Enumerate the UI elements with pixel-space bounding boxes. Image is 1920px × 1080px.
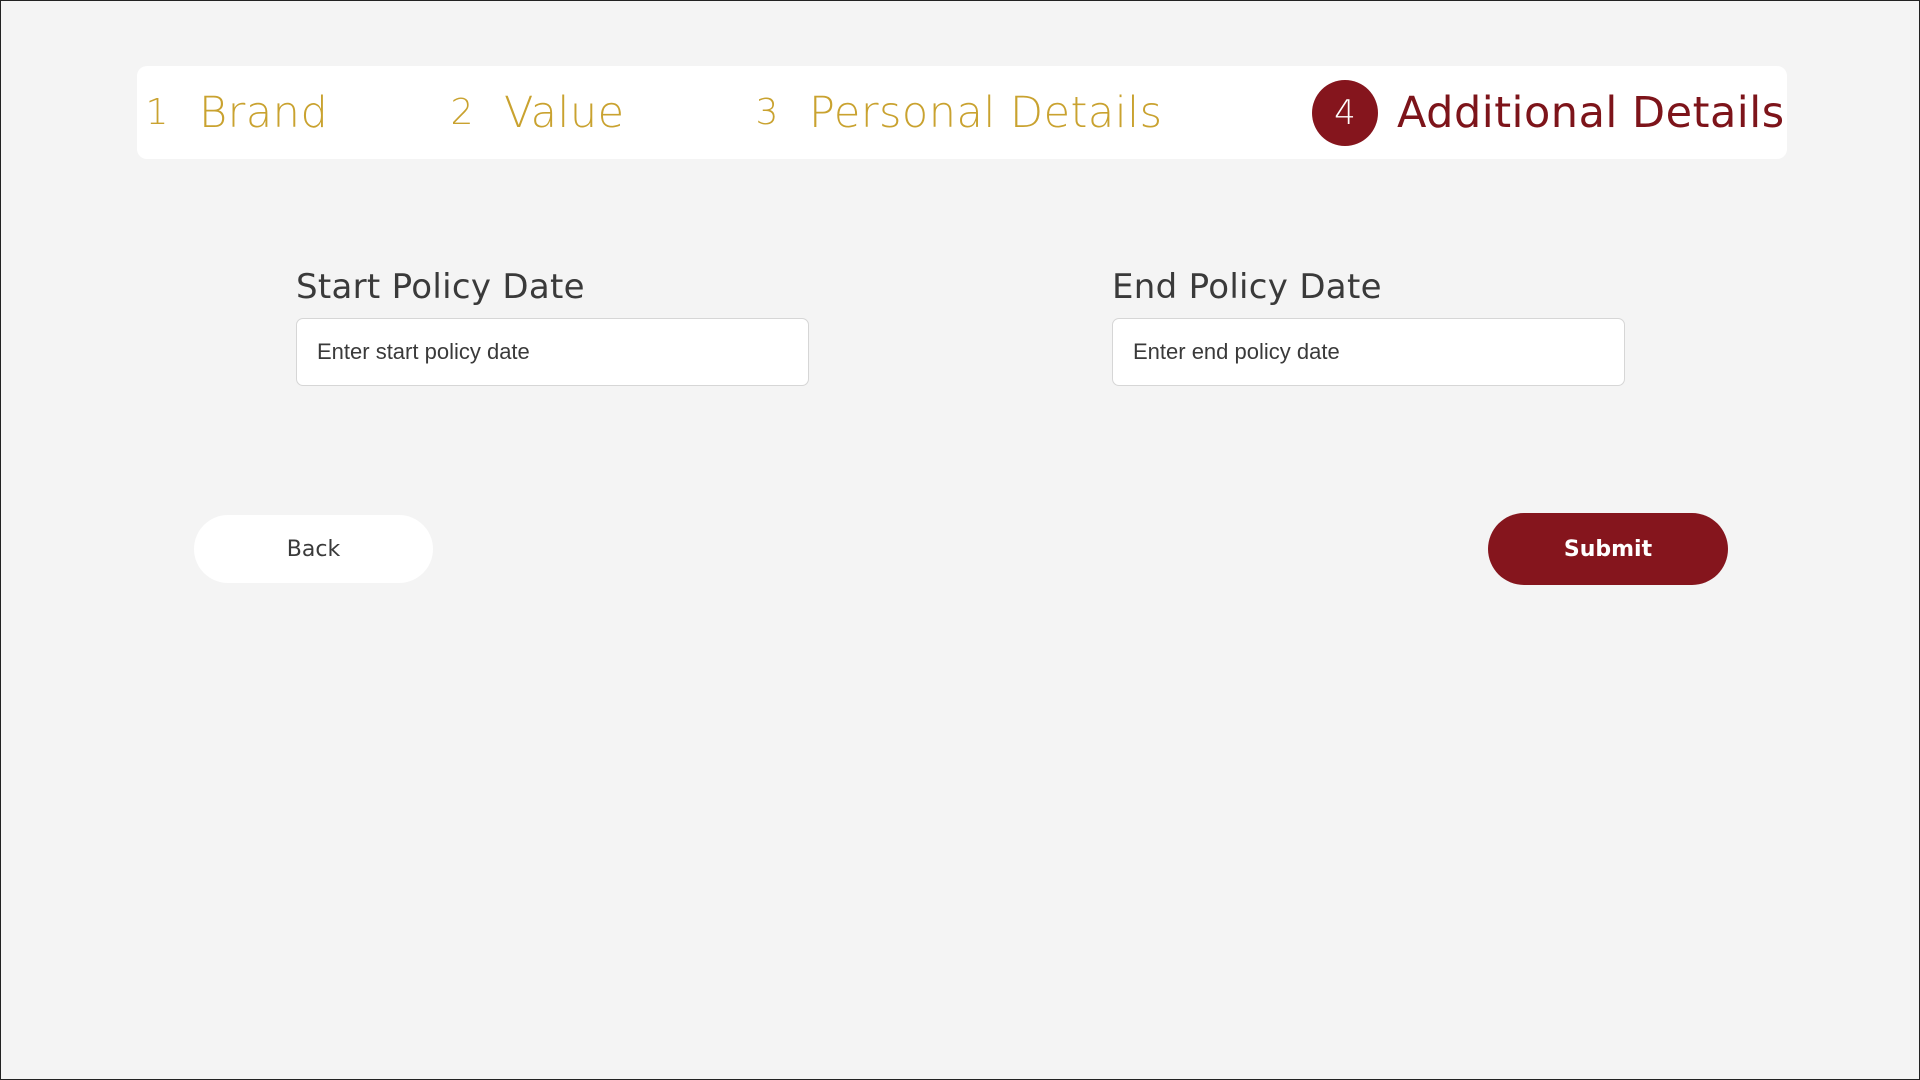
start-policy-date-group: Start Policy Date	[296, 262, 809, 386]
step-label: Additional Details	[1397, 87, 1785, 138]
end-policy-date-input[interactable]	[1112, 318, 1625, 386]
active-step-number-badge: 4	[1312, 79, 1378, 146]
step-number: 2	[450, 92, 474, 133]
step-value[interactable]: 2 Value	[442, 66, 625, 159]
start-policy-date-input[interactable]	[296, 318, 809, 386]
progress-stepper: 1 Brand 2 Value 3 Personal Details 4 Add…	[137, 66, 1787, 159]
start-policy-date-label: Start Policy Date	[296, 267, 585, 307]
step-label: Value	[504, 87, 625, 138]
step-number: 1	[145, 92, 169, 133]
step-number: 3	[755, 92, 779, 133]
submit-button[interactable]: Submit	[1488, 513, 1728, 585]
step-brand[interactable]: 1 Brand	[137, 66, 328, 159]
step-personal-details[interactable]: 3 Personal Details	[747, 66, 1163, 159]
step-label: Brand	[199, 87, 329, 138]
end-policy-date-group: End Policy Date	[1112, 262, 1625, 386]
step-additional-details[interactable]: 4 Additional Details	[1312, 66, 1785, 159]
step-label: Personal Details	[809, 87, 1163, 138]
end-policy-date-label: End Policy Date	[1112, 267, 1382, 307]
back-button[interactable]: Back	[194, 515, 433, 583]
